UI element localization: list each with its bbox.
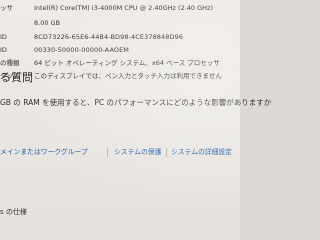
link-divider [166,148,167,157]
spec-value-processor: Intel(R) Core(TM) i3-4000M CPU @ 2.40GHz… [34,4,213,12]
spec-value-device-id: 8CD73226-65E6-44B4-BD98-4CE378848D96 [34,33,184,41]
advanced-system-settings-link[interactable]: システムの詳細設定 [171,148,232,156]
spec-label-product-id: ID [0,46,7,54]
spec-value-product-id: 00330-50000-00000-AAOEM [34,46,130,54]
spec-label-device-id: ID [0,33,7,41]
system-protection-link[interactable]: システムの保護 [114,148,161,156]
link-divider [107,148,108,157]
faq-question-link[interactable]: GB の RAM を使用すると、PC のパフォーマンスにどのような影響があります… [0,98,271,107]
spec-value-ram: 8.00 GB [34,19,61,27]
spec-label-system-type: の種類 [0,59,20,67]
spec-label-processor: ッサ [0,4,13,12]
system-about-page: ッサ Intel(R) Core(TM) i3-4000M CPU @ 2.40… [0,0,271,240]
spec-value-system-type: 64 ビット オペレーティング システム、x64 ベース プロセッサ [34,59,220,67]
domain-workgroup-link[interactable]: メインまたはワークグループ [0,148,88,156]
spec-value-pen-touch: このディスプレイでは、ペン入力とタッチ入力は利用できません [34,72,222,80]
windows-specs-heading: s の仕様 [0,208,27,216]
faq-section-heading: る質問 [0,71,33,84]
